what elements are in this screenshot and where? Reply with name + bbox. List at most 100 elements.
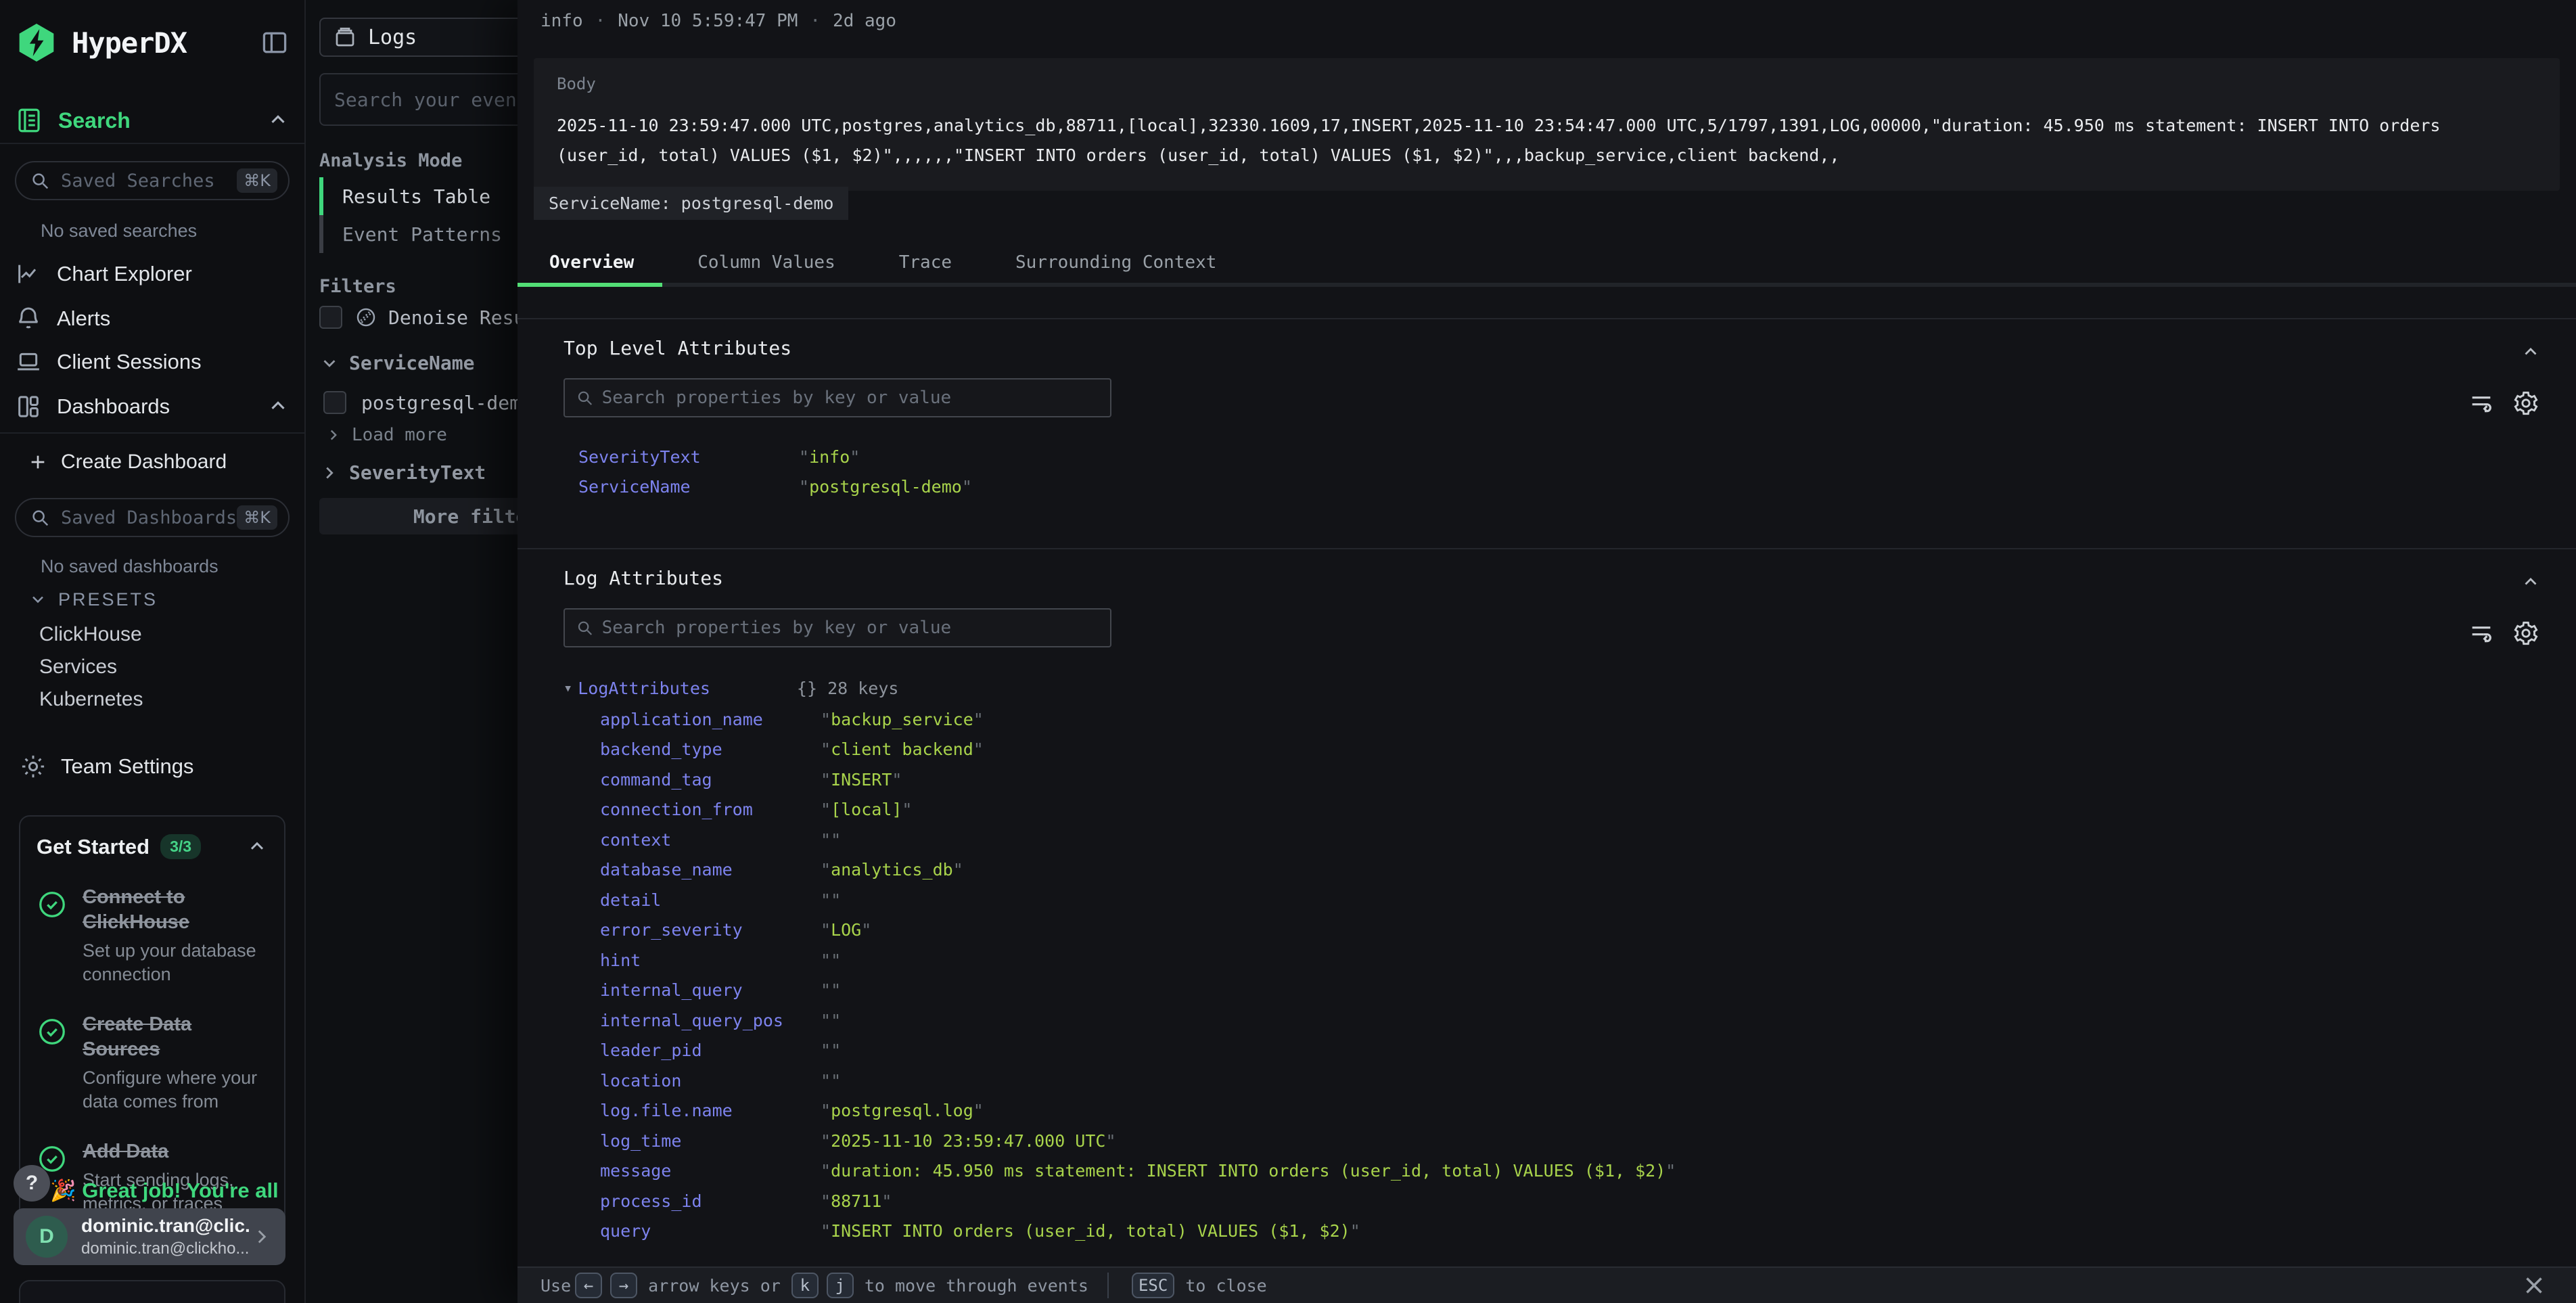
presets-toggle[interactable]: PRESETS	[28, 586, 158, 613]
mode-label: Results Table	[342, 185, 490, 208]
chevron-up-icon[interactable]	[267, 109, 290, 132]
attribute-row[interactable]: ServiceName "postgresql-demo"	[578, 472, 2542, 503]
key-j: j	[827, 1273, 854, 1298]
sidebar-item-alerts[interactable]: Alerts	[15, 302, 290, 336]
attribute-value: "duration: 45.950 ms statement: INSERT I…	[821, 1161, 1676, 1181]
attribute-row[interactable]: location ""	[600, 1066, 2542, 1096]
attribute-value: ""	[821, 1071, 841, 1091]
attribute-row[interactable]: query "INSERT INTO orders (user_id, tota…	[600, 1216, 2542, 1247]
mode-results-table[interactable]: Results Table	[319, 177, 518, 215]
attribute-row[interactable]: error_severity "LOG"	[600, 915, 2542, 946]
property-search-box[interactable]	[564, 378, 1111, 417]
source-select[interactable]: Logs	[319, 18, 518, 57]
group-label: SeverityText	[349, 461, 486, 484]
attribute-row[interactable]: leader_pid ""	[600, 1036, 2542, 1066]
sidebar-item-search[interactable]: Search	[15, 103, 290, 138]
service-tag-chip[interactable]: ServiceName: postgresql-demo	[534, 187, 848, 220]
chevron-up-icon[interactable]	[2521, 572, 2541, 593]
preset-item[interactable]: Kubernetes	[39, 685, 143, 714]
attribute-row[interactable]: SeverityText "info"	[578, 442, 2542, 472]
key-k: k	[791, 1273, 819, 1298]
attribute-key: ServiceName	[578, 477, 799, 497]
plus-icon	[27, 451, 49, 473]
get-started-item-title: Connect to ClickHouse	[83, 886, 189, 933]
attribute-row[interactable]: application_name "backup_service"	[600, 704, 2542, 735]
body-text: 2025-11-10 23:59:47.000 UTC,postgres,ana…	[557, 111, 2537, 170]
gear-icon[interactable]	[2512, 390, 2539, 417]
keys-count-badge: {} 28 keys	[797, 679, 899, 698]
create-dashboard-button[interactable]: Create Dashboard	[27, 447, 227, 478]
chevron-down-icon	[28, 590, 47, 609]
event-relative-time: 2d ago	[833, 11, 896, 31]
analysis-mode-list: Results Table Event Patterns	[319, 177, 518, 253]
attribute-row[interactable]: internal_query ""	[600, 976, 2542, 1006]
get-started-item[interactable]: Connect to ClickHouse Set up your databa…	[37, 885, 268, 986]
mode-event-patterns[interactable]: Event Patterns	[319, 215, 518, 253]
preset-item[interactable]: Services	[39, 652, 117, 682]
divider	[0, 143, 304, 144]
sidebar-item-label: Search	[58, 108, 131, 133]
event-header: info · Nov 10 5:59:47 PM · 2d ago	[540, 11, 896, 31]
denoise-filter-row[interactable]: Denoise Results	[319, 306, 518, 329]
log-attributes-root-row[interactable]: ▾ LogAttributes {} 28 keys	[564, 675, 2542, 702]
chevron-up-icon[interactable]	[267, 395, 290, 418]
wrap-lines-icon[interactable]	[2468, 390, 2495, 417]
help-button[interactable]: ?	[14, 1165, 50, 1202]
property-search-input[interactable]	[602, 618, 1099, 638]
denoise-checkbox[interactable]	[319, 306, 342, 329]
attribute-row[interactable]: backend_type "client backend"	[600, 735, 2542, 765]
attribute-row[interactable]: connection_from "[local]"	[600, 795, 2542, 825]
severitytext-group-header[interactable]: SeverityText	[319, 461, 486, 484]
attribute-value: ""	[821, 830, 841, 850]
sidebar-collapse-icon[interactable]	[260, 28, 290, 58]
saved-dashboards-input[interactable]: Saved Dashboards ⌘K	[15, 498, 290, 537]
footer-text: arrow keys or	[648, 1276, 781, 1296]
tab-overview[interactable]: Overview	[518, 238, 666, 287]
sidebar-item-team-settings[interactable]: Team Settings	[19, 750, 193, 783]
servicename-group-header[interactable]: ServiceName	[319, 352, 474, 374]
sidebar-item-dashboards[interactable]: Dashboards	[15, 390, 290, 424]
footer-text: Use	[540, 1276, 571, 1296]
attribute-row[interactable]: database_name "analytics_db"	[600, 855, 2542, 886]
event-search-input[interactable]	[334, 89, 518, 111]
attribute-row[interactable]: log_time "2025-11-10 23:59:47.000 UTC"	[600, 1126, 2542, 1156]
user-account-button[interactable]: D dominic.tran@clic... dominic.tran@clic…	[14, 1208, 285, 1265]
preset-item[interactable]: ClickHouse	[39, 620, 142, 649]
sidebar-item-chart-explorer[interactable]: Chart Explorer	[15, 257, 290, 291]
property-search-box[interactable]	[564, 608, 1111, 647]
wrap-lines-icon[interactable]	[2468, 620, 2495, 647]
preset-label: ClickHouse	[39, 623, 142, 646]
sidebar-item-client-sessions[interactable]: Client Sessions	[15, 345, 290, 379]
filter-panel: Logs Analysis Mode Results Table Event P…	[304, 0, 518, 1303]
load-more-row[interactable]: Load more	[325, 425, 447, 445]
group-label: ServiceName	[349, 352, 474, 374]
attribute-row[interactable]: log.file.name "postgresql.log"	[600, 1096, 2542, 1126]
saved-searches-input[interactable]: Saved Searches ⌘K	[15, 161, 290, 200]
chevron-down-icon	[319, 353, 340, 373]
gear-icon[interactable]	[2512, 620, 2539, 647]
event-detail-panel: info · Nov 10 5:59:47 PM · 2d ago Body 2…	[518, 0, 2576, 1303]
attribute-row[interactable]: hint ""	[600, 945, 2542, 976]
sidebar: HyperDX Search Saved Searches ⌘K No save…	[0, 0, 304, 1303]
close-icon[interactable]	[2522, 1273, 2546, 1298]
tab-trace[interactable]: Trace	[867, 238, 984, 287]
attribute-row[interactable]: internal_query_pos ""	[600, 1005, 2542, 1036]
chevron-up-icon[interactable]	[246, 836, 268, 858]
tab-surrounding-context[interactable]: Surrounding Context	[984, 238, 1248, 287]
attribute-row[interactable]: command_tag "INSERT"	[600, 764, 2542, 795]
attribute-row[interactable]: context ""	[600, 825, 2542, 855]
more-filters-button[interactable]: More filters	[319, 498, 518, 534]
attribute-row[interactable]: message "duration: 45.950 ms statement: …	[600, 1156, 2542, 1187]
service-value-row[interactable]: postgresql-demo	[323, 391, 518, 414]
event-search-box[interactable]	[319, 73, 518, 126]
tab-column-values[interactable]: Column Values	[666, 238, 867, 287]
attribute-row[interactable]: detail ""	[600, 885, 2542, 915]
filters-label: Filters	[319, 276, 396, 297]
attribute-row[interactable]: process_id "88711"	[600, 1186, 2542, 1216]
attribute-value: "INSERT"	[821, 770, 902, 790]
attribute-key: internal_query_pos	[600, 1011, 821, 1030]
chevron-up-icon[interactable]	[2521, 342, 2541, 363]
service-value-checkbox[interactable]	[323, 391, 346, 414]
property-search-input[interactable]	[602, 388, 1099, 408]
get-started-item[interactable]: Create Data Sources Configure where your…	[37, 1012, 268, 1114]
